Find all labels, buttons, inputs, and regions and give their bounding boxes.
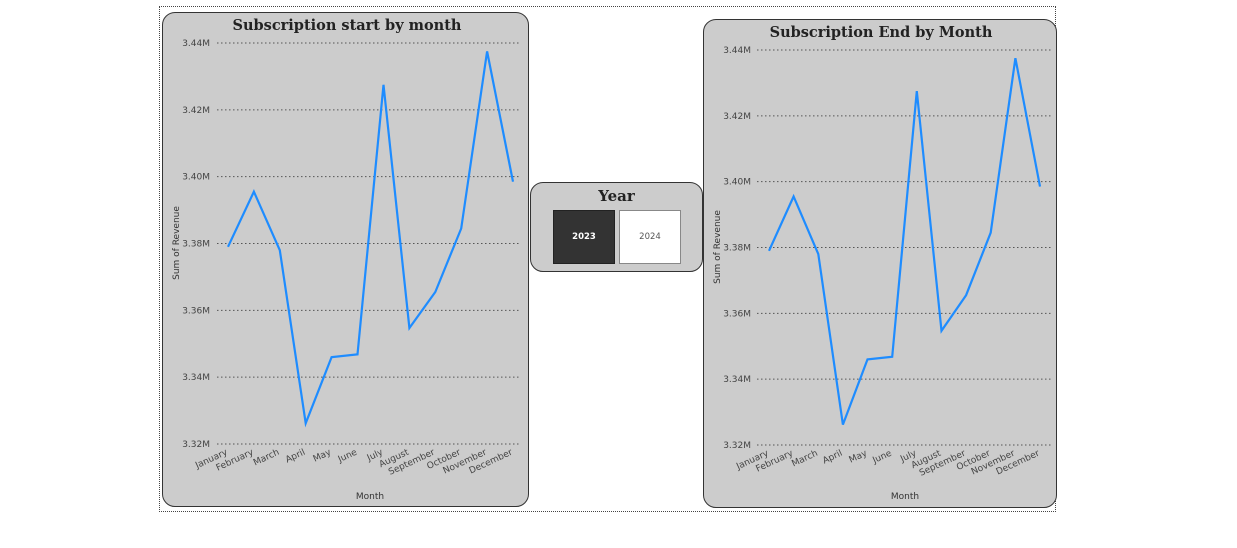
start-chart-x-axis-title: Month — [356, 492, 384, 502]
start-chart-y-axis-title: Sum of Revenue — [172, 206, 182, 280]
start-chart-y-tick-label: 3.38M — [182, 240, 210, 250]
subscription-end-chart[interactable]: Subscription End by Month 3.32M 3.34M 3.36M… — [703, 19, 1057, 508]
end-chart-x-tick-label: April — [821, 449, 844, 467]
year-option-2024[interactable]: 2024 — [619, 210, 681, 264]
end-chart-y-tick-label: 3.36M — [723, 309, 751, 319]
end-chart-y-axis-title: Sum of Revenue — [713, 210, 723, 284]
end-chart-y-tick-label: 3.44M — [723, 46, 751, 56]
end-chart-title: Subscription End by Month — [770, 24, 993, 41]
subscription-start-chart-svg: Subscription start by month 3.32M 3.34M 3.3… — [172, 17, 521, 502]
end-chart-y-tick-label: 3.40M — [723, 178, 751, 188]
start-chart-x-tick-label: April — [284, 448, 307, 466]
subscription-start-chart[interactable]: Subscription start by month 3.32M 3.34M 3.3… — [162, 12, 529, 507]
end-chart-revenue-line[interactable] — [767, 57, 1042, 425]
start-chart-y-tick-label: 3.44M — [182, 39, 210, 49]
start-chart-x-tick-label: March — [252, 448, 281, 469]
year-option-2023[interactable]: 2023 — [553, 210, 615, 264]
year-slicer: Year 2023 2024 — [530, 182, 703, 272]
end-chart-y-tick-label: 3.34M — [723, 375, 751, 385]
start-chart-title: Subscription start by month — [233, 17, 462, 34]
end-chart-x-tick-label: May — [848, 448, 870, 465]
start-chart-x-tick-label: June — [336, 447, 359, 465]
start-chart-y-tick-label: 3.40M — [182, 173, 210, 183]
year-slicer-title: Year — [598, 187, 635, 205]
start-chart-y-tick-label: 3.42M — [182, 106, 210, 116]
start-chart-revenue-line[interactable] — [227, 51, 515, 428]
start-chart-y-tick-label: 3.36M — [182, 306, 210, 316]
start-chart-y-tick-label: 3.32M — [182, 440, 210, 450]
end-chart-y-tick-label: 3.32M — [723, 441, 751, 451]
end-chart-x-axis-title: Month — [891, 492, 919, 502]
end-chart-y-tick-label: 3.38M — [723, 244, 751, 254]
end-chart-y-tick-label: 3.42M — [723, 112, 751, 122]
start-chart-x-tick-label: May — [312, 447, 334, 464]
end-chart-x-tick-label: March — [790, 449, 819, 470]
report-canvas: Subscription start by month 3.32M 3.34M 3.3… — [0, 0, 1237, 548]
end-chart-x-tick-label: June — [871, 448, 894, 466]
start-chart-y-tick-label: 3.34M — [182, 373, 210, 383]
subscription-end-chart-svg: Subscription End by Month 3.32M 3.34M 3.36M… — [713, 24, 1053, 502]
